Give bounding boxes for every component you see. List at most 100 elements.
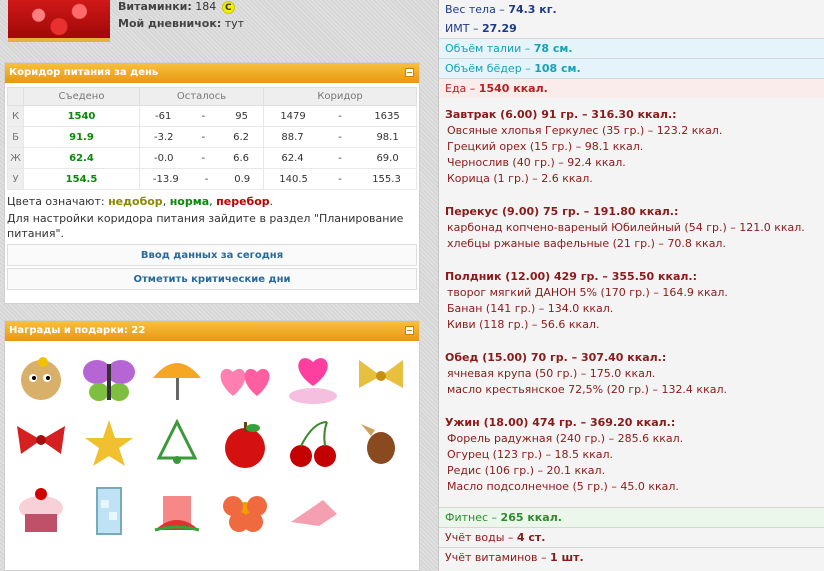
vitamins-count-value: 1 шт. bbox=[550, 551, 584, 564]
eaten-value: 62.4 bbox=[23, 147, 140, 169]
legend-norm: норма bbox=[169, 195, 210, 208]
corridor-title: Коридор питания за день bbox=[9, 67, 159, 78]
weight-value: 74.3 кг. bbox=[508, 3, 557, 16]
waist-row: Объём талии – 78 см. bbox=[439, 39, 824, 58]
nutrient-letter: К bbox=[7, 105, 24, 127]
shoe-gift-icon[interactable] bbox=[279, 477, 347, 543]
food-row: Еда – 1540 ккал. bbox=[439, 79, 824, 98]
ice-glass-gift-icon[interactable] bbox=[75, 477, 143, 543]
left-range: -3.2-6.2 bbox=[138, 126, 265, 148]
tree-gift-icon[interactable] bbox=[143, 411, 211, 477]
meal-item: хлебцы ржаные вафельные (21 гр.) – 70.8 … bbox=[447, 237, 726, 250]
critical-days-button[interactable]: Отметить критические дни bbox=[7, 268, 417, 290]
collapse-icon[interactable] bbox=[405, 326, 414, 335]
watermelon-drink-gift-icon[interactable] bbox=[143, 477, 211, 543]
corridor-panel-header[interactable]: Коридор питания за день bbox=[5, 63, 419, 83]
star-gift-icon[interactable] bbox=[75, 411, 143, 477]
vitamins-stat: Витаминки: 184 С bbox=[118, 0, 235, 14]
enter-today-button[interactable]: Ввод данных за сегодня bbox=[7, 244, 417, 266]
gifts-panel-header[interactable]: Награды и подарки: 22 bbox=[5, 321, 419, 341]
collapse-icon[interactable] bbox=[405, 68, 414, 77]
heart-cloud-gift-icon[interactable] bbox=[279, 345, 347, 411]
left-column: Витаминки: 184 С Мой дневничок: тут Кори… bbox=[0, 0, 424, 571]
butterfly-gift-icon[interactable] bbox=[75, 345, 143, 411]
meal-title: Обед (15.00) 70 гр. – 307.40 ккал.: bbox=[445, 351, 667, 364]
hearts-gift-icon[interactable] bbox=[211, 345, 279, 411]
nutrient-letter: Ж bbox=[7, 147, 24, 169]
meal-item: Масло подсолнечное (5 гр.) – 45.0 ккал. bbox=[447, 480, 679, 493]
fitness-row: Фитнес – 265 ккал. bbox=[439, 508, 824, 527]
meal-item: Корица (1 гр.) – 2.6 ккал. bbox=[447, 172, 593, 185]
corner-cell bbox=[7, 87, 24, 106]
vitamin-c-icon: С bbox=[221, 0, 235, 14]
water-value: 4 ст. bbox=[516, 531, 546, 544]
eaten-value: 154.5 bbox=[23, 168, 140, 190]
table-row: Б 91.9 -3.2-6.2 88.7-98.1 bbox=[7, 126, 417, 148]
right-column: Вес тела – 74.3 кг. ИМТ – 27.29 Объём та… bbox=[438, 0, 824, 571]
water-row: Учёт воды – 4 ст. bbox=[445, 531, 546, 544]
gifts-grid bbox=[5, 341, 419, 543]
profile-header: Витаминки: 184 С Мой дневничок: тут bbox=[4, 0, 420, 46]
bow-red-gift-icon[interactable] bbox=[7, 411, 75, 477]
weight-row: Вес тела – 74.3 кг. bbox=[439, 0, 824, 19]
meal-title: Полдник (12.00) 429 гр. – 355.50 ккал.: bbox=[445, 270, 698, 283]
legend-over: перебор bbox=[216, 195, 270, 208]
meal-item: карбонад копчено-вареный Юбилейный (54 г… bbox=[447, 221, 805, 234]
meals-list: Завтрак (6.00) 91 гр. – 316.30 ккал.: Овс… bbox=[439, 98, 824, 507]
meal-item: Чернослив (40 гр.) – 92.4 ккал. bbox=[447, 156, 626, 169]
meal-item: Банан (141 гр.) – 134.0 ккал. bbox=[447, 302, 614, 315]
meal-title: Завтрак (6.00) 91 гр. – 316.30 ккал.: bbox=[445, 108, 677, 121]
colors-legend: Цвета означают: недобор, норма, перебор. bbox=[7, 195, 274, 208]
hedgehog-gift-icon[interactable] bbox=[7, 345, 75, 411]
diary-link[interactable]: тут bbox=[225, 17, 244, 30]
meal-item: творог мягкий ДАНОН 5% (170 гр.) – 164.9… bbox=[447, 286, 728, 299]
left-range: -13.9-0.9 bbox=[138, 168, 265, 190]
corridor-table: Съедено Осталось Коридор К 1540 -61-95 1479… bbox=[7, 87, 417, 190]
nutrient-letter: Б bbox=[7, 126, 24, 148]
bmi-row: ИМТ – 27.29 bbox=[439, 19, 824, 38]
left-range: -61-95 bbox=[138, 105, 265, 127]
meal-item: Овсяные хлопья Геркулес (35 гр.) – 123.2… bbox=[447, 124, 723, 137]
bow-gold-gift-icon[interactable] bbox=[347, 345, 415, 411]
header-corridor: Коридор bbox=[263, 87, 417, 106]
flower-gift-icon[interactable] bbox=[211, 477, 279, 543]
eaten-value: 1540 bbox=[23, 105, 140, 127]
gifts-panel: Награды и подарки: 22 bbox=[4, 320, 420, 571]
meal-item: масло крестьянское 72,5% (20 гр.) – 132.… bbox=[447, 383, 727, 396]
eaten-value: 91.9 bbox=[23, 126, 140, 148]
waist-value: 78 см. bbox=[533, 42, 573, 55]
food-value: 1540 ккал. bbox=[478, 82, 548, 95]
apple-gift-icon[interactable] bbox=[211, 411, 279, 477]
vitamins-label: Витаминки: bbox=[118, 0, 192, 13]
meal-item: Форель радужная (240 гр.) – 285.6 ккал. bbox=[447, 432, 684, 445]
table-row: К 1540 -61-95 1479-1635 bbox=[7, 105, 417, 127]
meal-title: Ужин (18.00) 474 гр. – 369.20 ккал.: bbox=[445, 416, 676, 429]
left-range: -0.0-6.6 bbox=[138, 147, 265, 169]
corridor-range: 88.7-98.1 bbox=[263, 126, 417, 148]
meal-item: ячневая крупа (50 гр.) – 175.0 ккал. bbox=[447, 367, 656, 380]
bmi-value: 27.29 bbox=[481, 22, 517, 35]
meal-item: Грецкий орех (15 гр.) – 98.1 ккал. bbox=[447, 140, 644, 153]
vitamins-value: 184 bbox=[195, 0, 217, 13]
candy-gift-icon[interactable] bbox=[347, 411, 415, 477]
umbrella-gift-icon[interactable] bbox=[143, 345, 211, 411]
corridor-hint: Для настройки коридора питания зайдите в… bbox=[7, 212, 404, 240]
gifts-title: Награды и подарки: 22 bbox=[9, 325, 146, 336]
avatar[interactable] bbox=[8, 0, 110, 42]
meal-title: Перекус (9.00) 75 гр. – 191.80 ккал.: bbox=[445, 205, 679, 218]
corridor-panel: Коридор питания за день Съедено Осталось… bbox=[4, 62, 420, 304]
diary-stat: Мой дневничок: тут bbox=[118, 17, 244, 30]
header-eaten: Съедено bbox=[23, 87, 140, 106]
cupcake-gift-icon[interactable] bbox=[7, 477, 75, 543]
cherries-gift-icon[interactable] bbox=[279, 411, 347, 477]
diary-label: Мой дневничок: bbox=[118, 17, 222, 30]
legend-under: недобор bbox=[108, 195, 163, 208]
table-row: У 154.5 -13.9-0.9 140.5-155.3 bbox=[7, 168, 417, 190]
corridor-range: 1479-1635 bbox=[263, 105, 417, 127]
hips-row: Объём бёдер – 108 см. bbox=[439, 59, 824, 78]
vitamins-row: Учёт витаминов – 1 шт. bbox=[445, 551, 584, 564]
meal-item: Редис (106 гр.) – 20.1 ккал. bbox=[447, 464, 606, 477]
header-left: Осталось bbox=[138, 87, 265, 106]
table-row: Ж 62.4 -0.0-6.6 62.4-69.0 bbox=[7, 147, 417, 169]
fitness-value: 265 ккал. bbox=[500, 511, 562, 524]
